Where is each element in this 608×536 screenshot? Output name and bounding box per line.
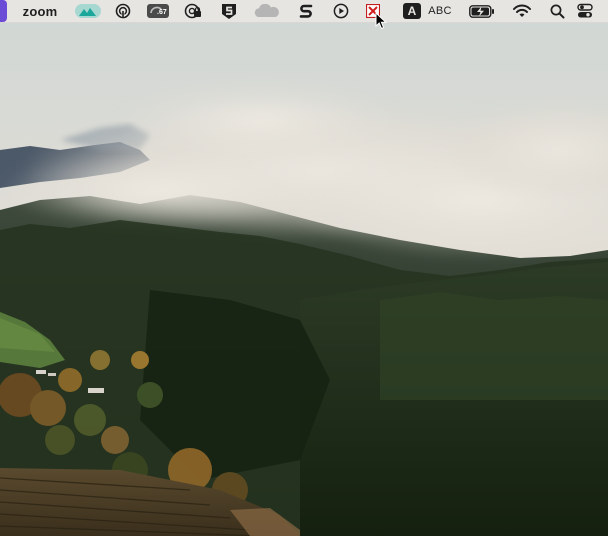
- cloud-menu-item[interactable]: [252, 1, 282, 21]
- app-edge-indicator: [0, 0, 7, 22]
- cloud-icon: [254, 4, 279, 17]
- vpn-menu-item[interactable]: [183, 1, 203, 21]
- zoom-mountain-icon: [75, 4, 101, 18]
- zoom-app-menu[interactable]: zoom: [18, 1, 62, 21]
- control-center-menu-item[interactable]: [574, 1, 596, 21]
- shield-menu-item[interactable]: [219, 1, 239, 21]
- wifi-icon: [513, 4, 531, 17]
- istat-gauge-menu-item[interactable]: .67: [146, 1, 170, 21]
- zoom-mountain-menu-item[interactable]: [74, 1, 102, 21]
- play-menu-item[interactable]: [331, 1, 351, 21]
- istat-gauge-value: .67: [157, 9, 167, 16]
- airdrop-headphones-icon: [115, 3, 131, 19]
- audio-menu-item[interactable]: [113, 1, 133, 21]
- input-source-menu-item[interactable]: A: [402, 1, 422, 21]
- battery-menu-item[interactable]: [468, 1, 496, 21]
- scrivener-menu-item[interactable]: [296, 1, 316, 21]
- wifi-menu-item[interactable]: [512, 1, 532, 21]
- play-circle-icon: [333, 3, 349, 19]
- vpn-lock-icon: [184, 3, 201, 19]
- zoom-app-name: zoom: [22, 3, 58, 19]
- spellcheck-menu-item[interactable]: ABC: [426, 1, 454, 21]
- scrivener-s-icon: [299, 4, 313, 18]
- desktop-wallpaper: [0, 0, 608, 536]
- spotlight-menu-item[interactable]: [547, 1, 567, 21]
- spellcheck-abc-icon: ABC: [428, 5, 452, 17]
- input-source-a-icon: A: [403, 3, 421, 19]
- mouse-cursor-icon: [375, 12, 387, 30]
- battery-charging-icon: [469, 4, 494, 18]
- control-center-icon: [577, 3, 593, 18]
- spotlight-search-icon: [550, 4, 564, 18]
- shield-s-icon: [222, 3, 236, 19]
- menu-bar: zoom .67 A ABC: [0, 0, 608, 23]
